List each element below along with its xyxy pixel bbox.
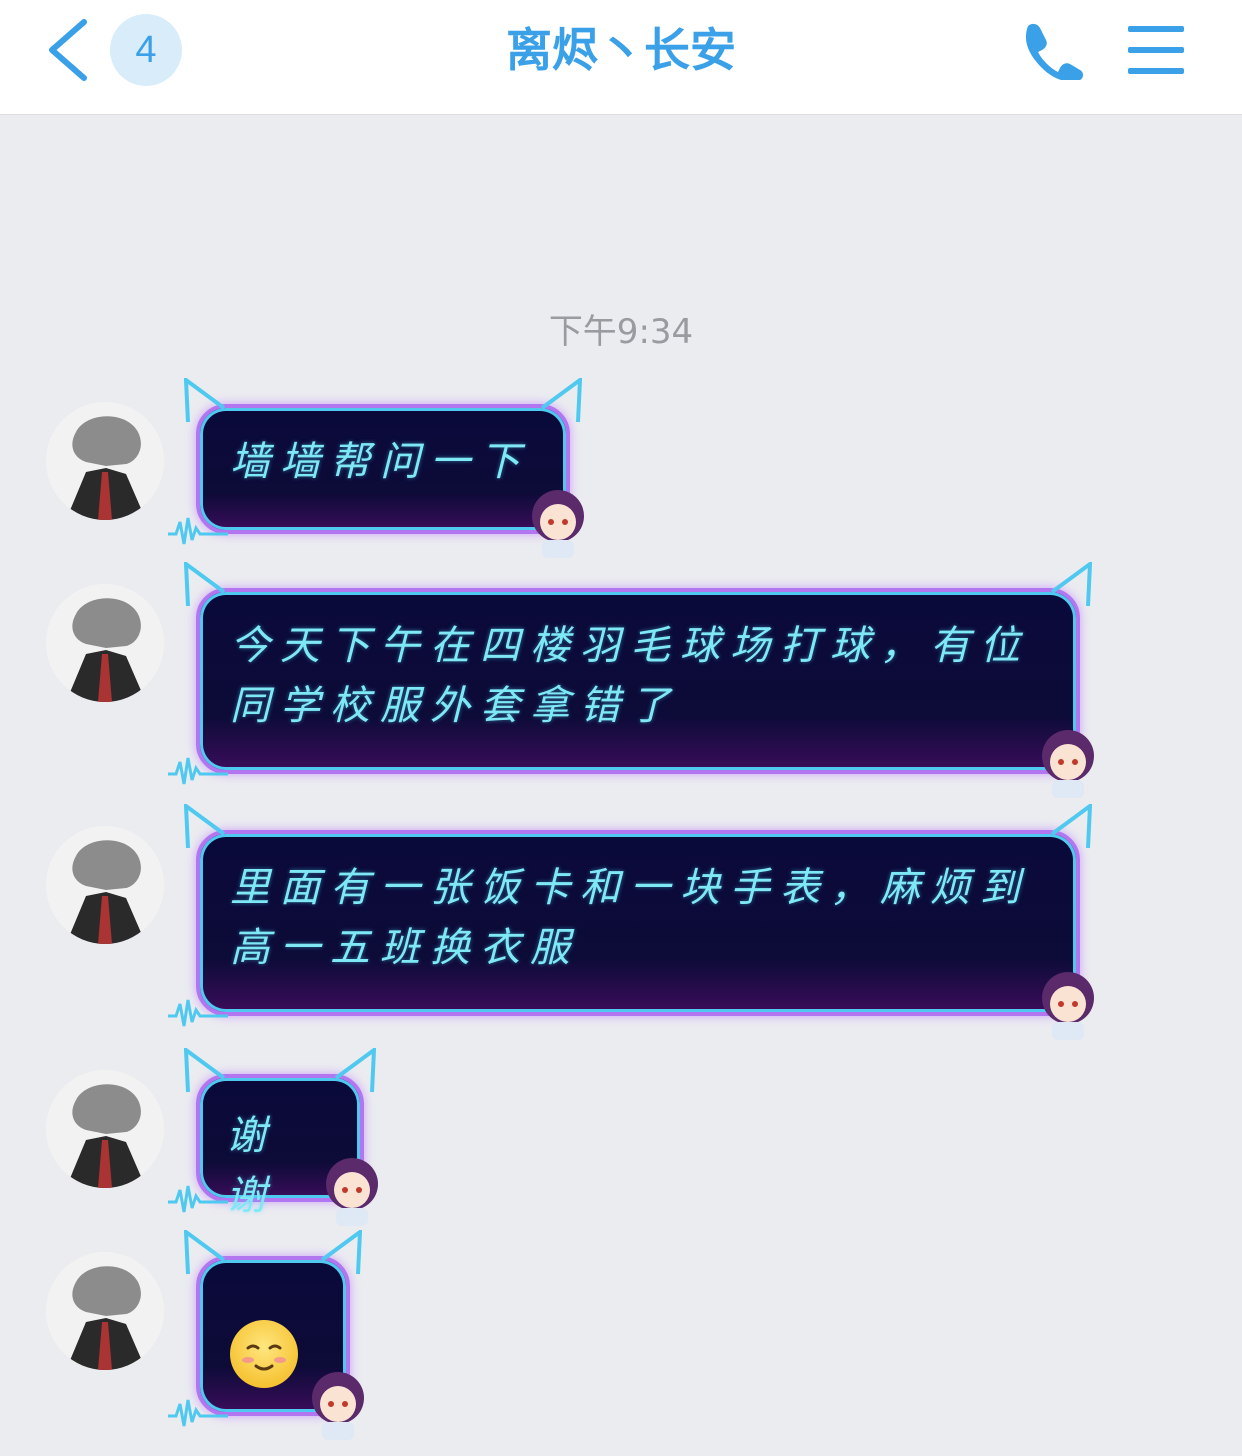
message-text: 墙墙帮问一下 bbox=[230, 439, 530, 485]
cat-ear-right-icon bbox=[1050, 562, 1092, 607]
message-bubble[interactable]: 墙墙帮问一下 bbox=[168, 378, 584, 558]
back-chevron-icon[interactable] bbox=[44, 18, 94, 82]
message-text: 里面有一张饭卡和一块手表，麻烦到高一五班换衣服 bbox=[230, 865, 1030, 971]
chibi-character-icon bbox=[532, 490, 584, 558]
avatar[interactable] bbox=[46, 826, 164, 944]
avatar-image bbox=[46, 1252, 164, 1370]
message-bubble[interactable]: 今天下午在四楼羽毛球场打球，有位同学校服外套拿错了 bbox=[168, 562, 1094, 798]
message-text: 今天下午在四楼羽毛球场打球，有位同学校服外套拿错了 bbox=[230, 623, 1030, 729]
cat-ear-right-icon bbox=[320, 1230, 362, 1275]
avatar-image bbox=[46, 826, 164, 944]
chat-title: 离烬丶长安 bbox=[506, 23, 736, 77]
cat-ear-left-icon bbox=[184, 562, 226, 607]
chibi-character-icon bbox=[326, 1158, 378, 1226]
chibi-character-icon bbox=[1042, 972, 1094, 1040]
cat-ear-right-icon bbox=[1050, 804, 1092, 849]
cat-ear-left-icon bbox=[184, 1230, 226, 1275]
chat-header: 4 离烬丶长安 bbox=[0, 0, 1242, 115]
sound-wave-icon bbox=[168, 757, 228, 785]
message-timestamp: 下午9:34 bbox=[548, 312, 694, 352]
avatar-image bbox=[46, 1070, 164, 1188]
sound-wave-icon bbox=[168, 517, 228, 545]
message-bubble[interactable]: 谢谢 bbox=[168, 1048, 378, 1226]
message-bubble[interactable]: 里面有一张饭卡和一块手表，麻烦到高一五班换衣服 bbox=[168, 804, 1094, 1040]
sound-wave-icon bbox=[168, 1185, 228, 1213]
sound-wave-icon bbox=[168, 1399, 228, 1427]
avatar[interactable] bbox=[46, 1070, 164, 1188]
avatar-image bbox=[46, 584, 164, 702]
cat-ear-right-icon bbox=[334, 1048, 376, 1093]
menu-icon[interactable] bbox=[1128, 24, 1184, 76]
avatar[interactable] bbox=[46, 1252, 164, 1370]
avatar[interactable] bbox=[46, 402, 164, 520]
cat-ear-left-icon bbox=[184, 804, 226, 849]
avatar[interactable] bbox=[46, 584, 164, 702]
chibi-character-icon bbox=[312, 1372, 364, 1440]
cat-ear-right-icon bbox=[540, 378, 582, 423]
message-text: 谢谢 bbox=[226, 1113, 276, 1219]
sound-wave-icon bbox=[168, 999, 228, 1027]
cat-ear-left-icon bbox=[184, 378, 226, 423]
unread-count-badge[interactable]: 4 bbox=[110, 14, 182, 86]
phone-icon[interactable] bbox=[1018, 20, 1084, 80]
message-bubble[interactable] bbox=[168, 1230, 364, 1440]
avatar-image bbox=[46, 402, 164, 520]
smile-blush-emoji-icon bbox=[230, 1320, 298, 1388]
chibi-character-icon bbox=[1042, 730, 1094, 798]
cat-ear-left-icon bbox=[184, 1048, 226, 1093]
